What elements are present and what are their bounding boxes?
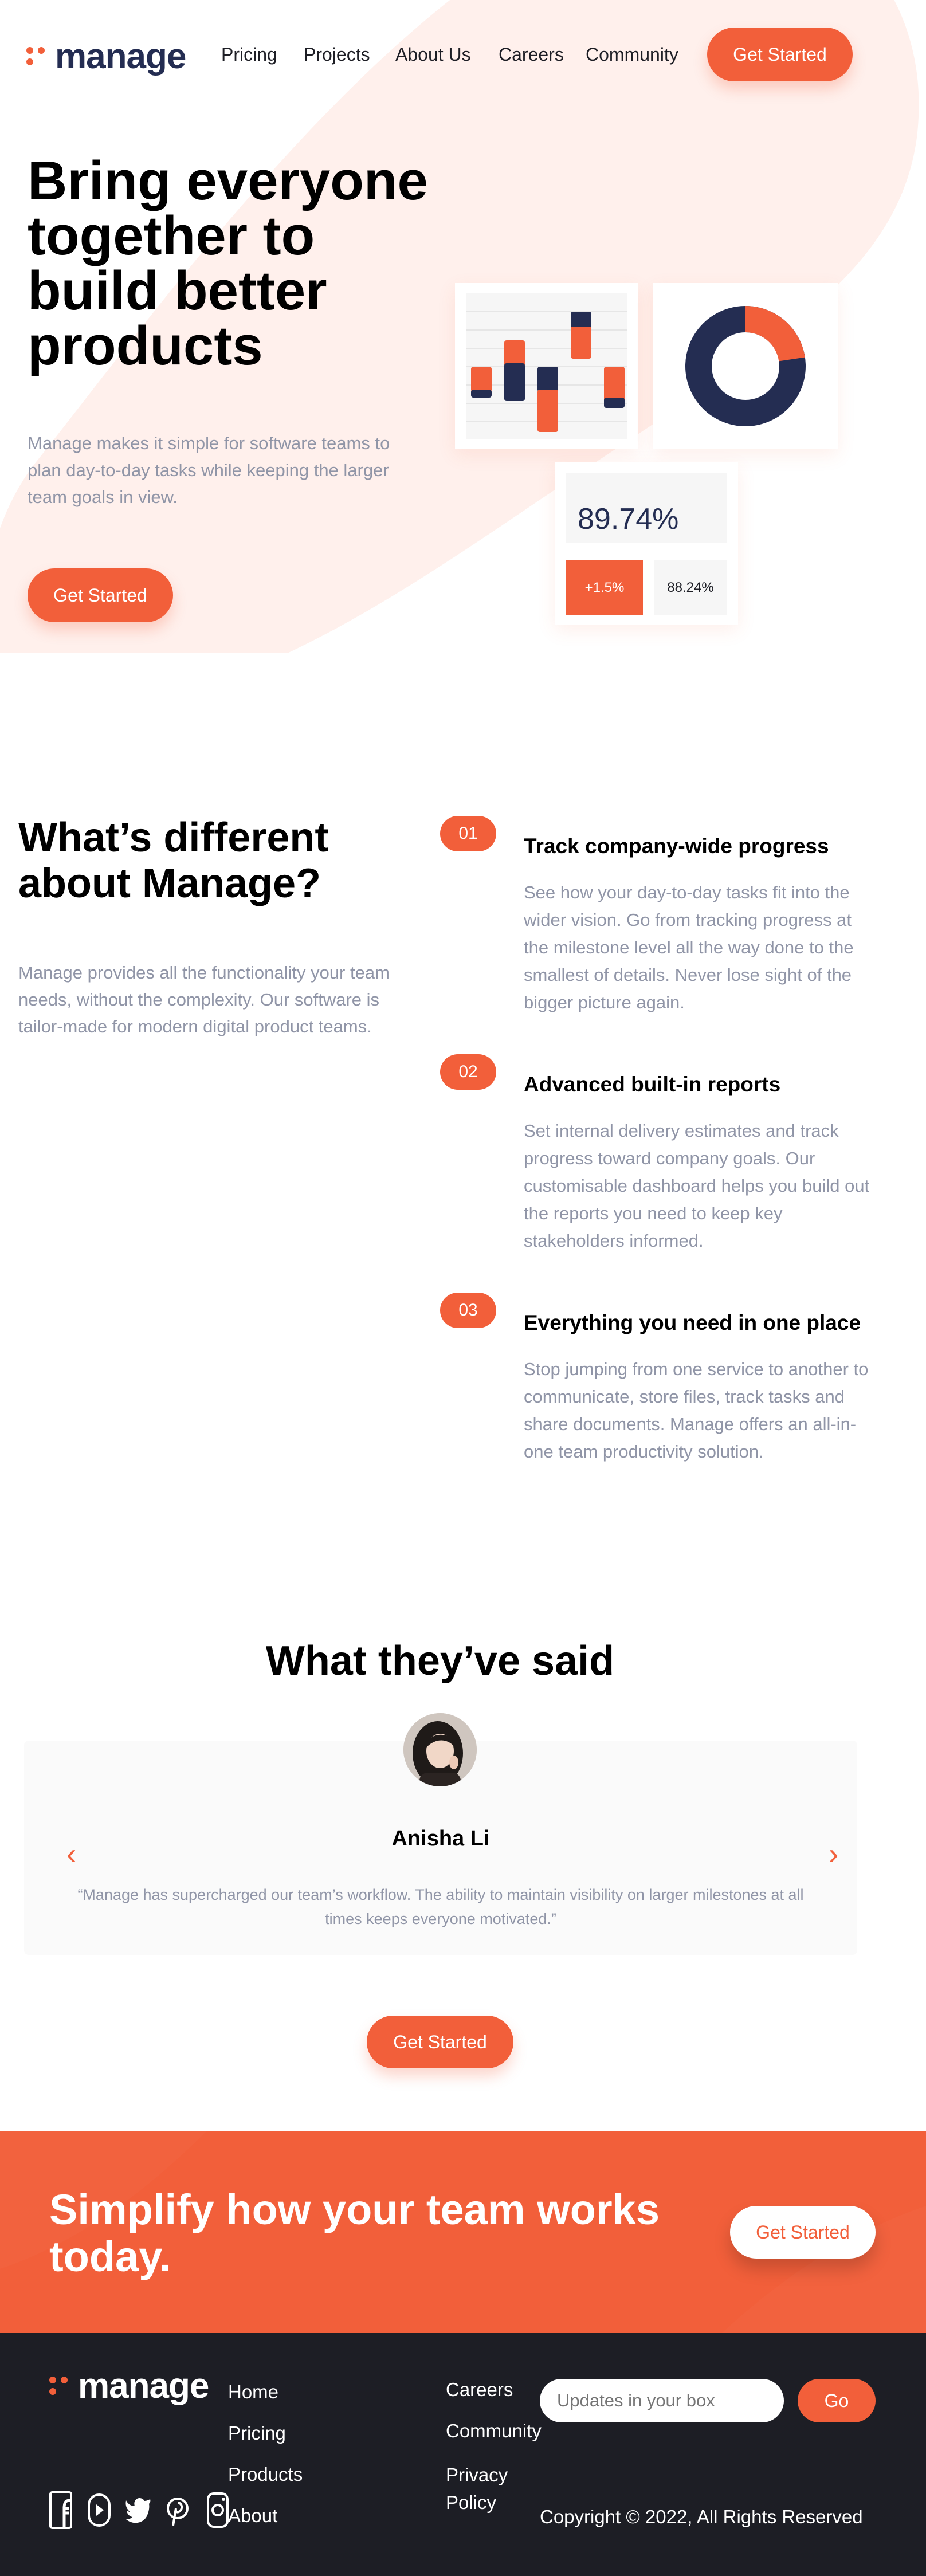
different-description: Manage provides all the functionality yo… [18,963,390,1036]
avatar-portrait [403,1713,477,1786]
footer-link-pricing[interactable]: Pricing [228,2422,286,2444]
youtube-icon[interactable] [87,2491,111,2532]
testimonials-get-started-button[interactable]: Get Started [367,2016,513,2068]
stat-card: 89.74% +1.5% 88.24% [555,462,738,625]
donut-chart-illustration [685,306,806,426]
logo-wordmark: manage [55,37,186,76]
cta-title: Simplify how your team works today. [49,2186,660,2280]
stat-chip-up: +1.5% [566,560,643,615]
logo-mark-icon [26,47,46,66]
feature-text: See how your day-to-day tasks fit into t… [524,882,854,1012]
chevron-right-icon[interactable]: › [829,1839,838,1869]
copyright: Copyright © 2022, All Rights Reserved [540,2506,863,2527]
facebook-icon[interactable] [49,2491,72,2532]
feature-number-badge: 03 [440,1293,496,1328]
feature-text: Stop jumping from one service to another… [524,1359,869,1462]
newsletter-input[interactable] [540,2379,784,2422]
feature-number-badge: 02 [440,1054,496,1090]
testimonials-title: What they’ve said [265,1638,615,1684]
footer-logo-wordmark: manage [78,2366,209,2406]
footer-link-community[interactable]: Community [446,2420,542,2442]
bar-chart-card [455,283,638,449]
hero-description: Manage makes it simple for software team… [28,433,390,507]
instagram-icon[interactable] [206,2491,229,2532]
stat-value: 89.74% [578,502,679,536]
footer-link-privacy-policy[interactable]: Privacy Policy [446,2461,515,2516]
avatar [403,1713,477,1786]
hero-title: Bring everyone together to build better … [28,150,428,376]
logo[interactable]: manage [26,39,186,74]
header-get-started-button[interactable]: Get Started [707,28,853,81]
feature-title: Advanced built-in reports [524,1073,781,1096]
bar-chart-illustration [466,293,627,439]
pinterest-icon[interactable] [166,2491,189,2532]
footer-logo[interactable]: manage [49,2369,209,2404]
nav-careers[interactable]: Careers [499,44,564,65]
nav-community[interactable]: Community [586,44,678,65]
footer-link-about[interactable]: About [228,2505,277,2527]
donut-chart-card [653,283,838,449]
nav-about-us[interactable]: About Us [395,44,471,65]
different-title: What’s different about Manage? [18,815,329,906]
nav-projects[interactable]: Projects [304,44,370,65]
footer-link-products[interactable]: Products [228,2464,303,2485]
feature-title: Track company-wide progress [524,834,829,858]
logo-mark-icon [49,2377,69,2396]
cta-get-started-button[interactable]: Get Started [730,2206,876,2259]
footer-link-careers[interactable]: Careers [446,2379,513,2401]
hero-get-started-button[interactable]: Get Started [28,568,173,622]
nav-pricing[interactable]: Pricing [221,44,277,65]
feature-number-badge: 01 [440,816,496,851]
chevron-left-icon[interactable]: ‹ [66,1839,76,1869]
testimonial-name: Anisha Li [391,1827,490,1851]
testimonial-quote: “Manage has supercharged our team’s work… [77,1886,804,1927]
stat-chip-value: 88.24% [654,560,727,615]
feature-title: Everything you need in one place [524,1311,861,1334]
footer-link-home[interactable]: Home [228,2381,278,2403]
twitter-icon[interactable] [125,2491,151,2532]
feature-text: Set internal delivery estimates and trac… [524,1121,870,1251]
newsletter-go-button[interactable]: Go [798,2379,876,2422]
